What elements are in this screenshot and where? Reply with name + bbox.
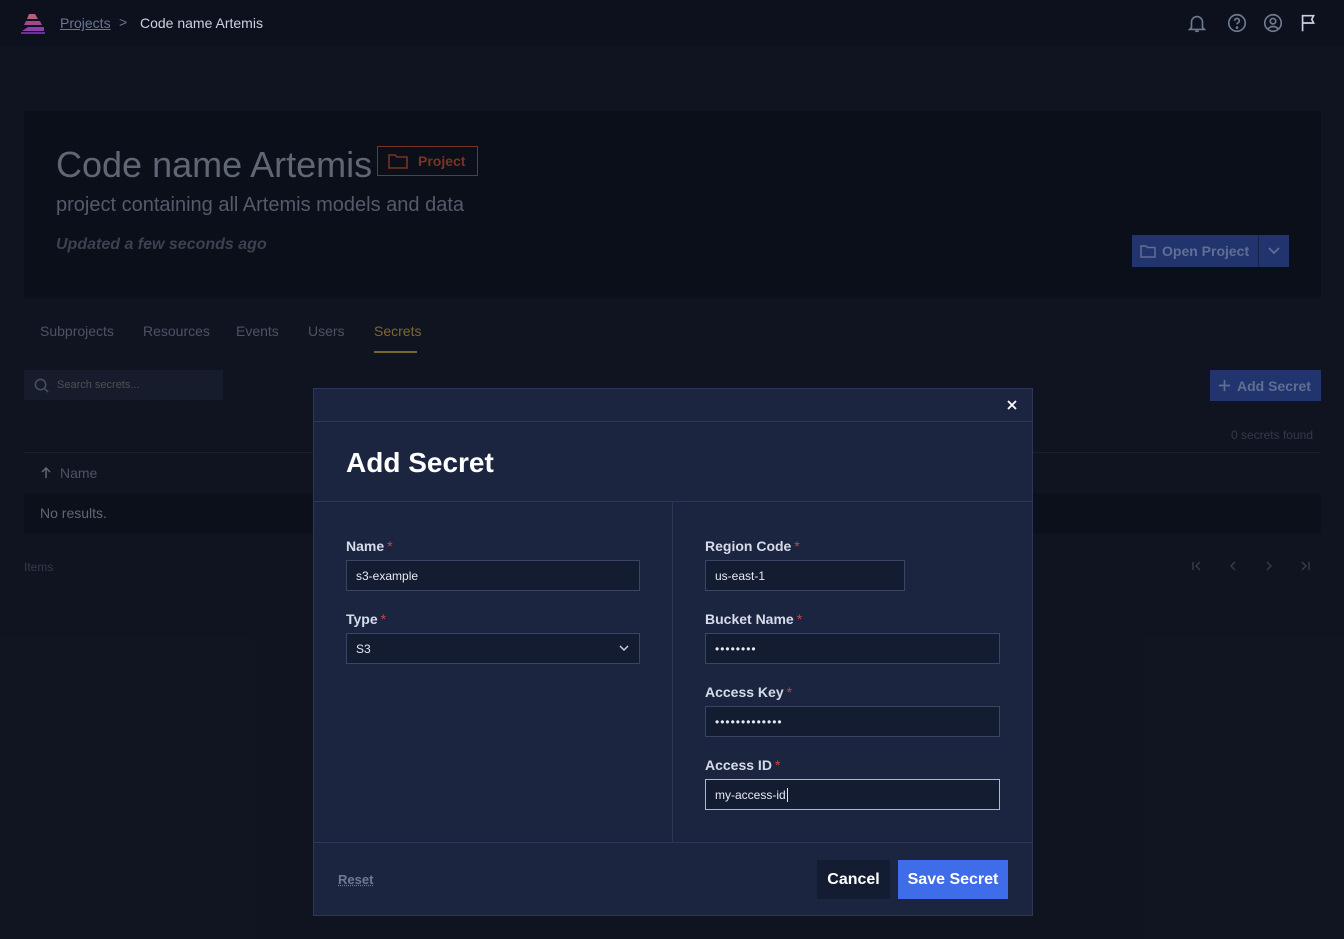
add-secret-dialog: Add Secret Name * s3-example Type * S3 Reg… [313, 388, 1033, 916]
name-label-text: Name [346, 538, 385, 554]
dialog-title: Add Secret [346, 447, 494, 478]
reset-button[interactable]: Reset [338, 872, 373, 887]
name-value: s3-example [356, 568, 419, 583]
access-id-value: my-access-id [715, 787, 786, 802]
user-circle-icon[interactable] [1262, 12, 1284, 34]
close-dialog-button[interactable] [1002, 395, 1022, 415]
flag-icon[interactable] [1298, 12, 1320, 34]
access-id-field[interactable]: my-access-id [705, 779, 1000, 810]
required-marker: * [380, 611, 387, 627]
type-select[interactable]: S3 [346, 633, 640, 664]
app-logo-icon[interactable] [20, 11, 46, 35]
column-divider [672, 502, 673, 843]
type-value: S3 [356, 641, 371, 656]
required-marker: * [387, 538, 393, 554]
help-icon[interactable] [1226, 12, 1248, 34]
access-key-masked-value: ••••••••••••• [715, 714, 783, 729]
bucket-label-text: Bucket Name [705, 611, 794, 627]
region-code-label: Region Code * [705, 538, 800, 554]
type-label-text: Type [346, 611, 378, 627]
access-key-field[interactable]: ••••••••••••• [705, 706, 1000, 737]
bucket-name-masked-value: •••••••• [715, 641, 757, 656]
chevron-down-icon [619, 645, 629, 652]
text-cursor [786, 787, 788, 802]
type-label: Type * [346, 611, 386, 627]
region-label-text: Region Code [705, 538, 792, 554]
breadcrumb-separator-icon: > [119, 14, 128, 30]
required-marker: * [774, 757, 781, 773]
required-marker: * [796, 611, 803, 627]
cancel-button[interactable]: Cancel [817, 860, 890, 899]
required-marker: * [786, 684, 793, 700]
divider [314, 501, 1032, 502]
access-id-label: Access ID * [705, 757, 780, 773]
divider [314, 842, 1032, 843]
bucket-name-field[interactable]: •••••••• [705, 633, 1000, 664]
region-code-field[interactable]: us-east-1 [705, 560, 905, 591]
bucket-name-label: Bucket Name * [705, 611, 802, 627]
top-navigation-bar: Projects > Code name Artemis [0, 0, 1344, 46]
access-id-label-text: Access ID [705, 757, 772, 773]
access-key-label: Access Key * [705, 684, 792, 700]
region-code-value: us-east-1 [715, 568, 766, 583]
name-field[interactable]: s3-example [346, 560, 640, 591]
dialog-top-bar [314, 389, 1032, 422]
name-label: Name * [346, 538, 393, 554]
access-key-label-text: Access Key [705, 684, 784, 700]
close-icon [1007, 400, 1017, 410]
save-secret-button[interactable]: Save Secret [898, 860, 1008, 899]
bell-icon[interactable] [1186, 12, 1208, 34]
breadcrumb-current: Code name Artemis [140, 15, 263, 31]
breadcrumb-projects-link[interactable]: Projects [60, 15, 111, 31]
required-marker: * [794, 538, 800, 554]
